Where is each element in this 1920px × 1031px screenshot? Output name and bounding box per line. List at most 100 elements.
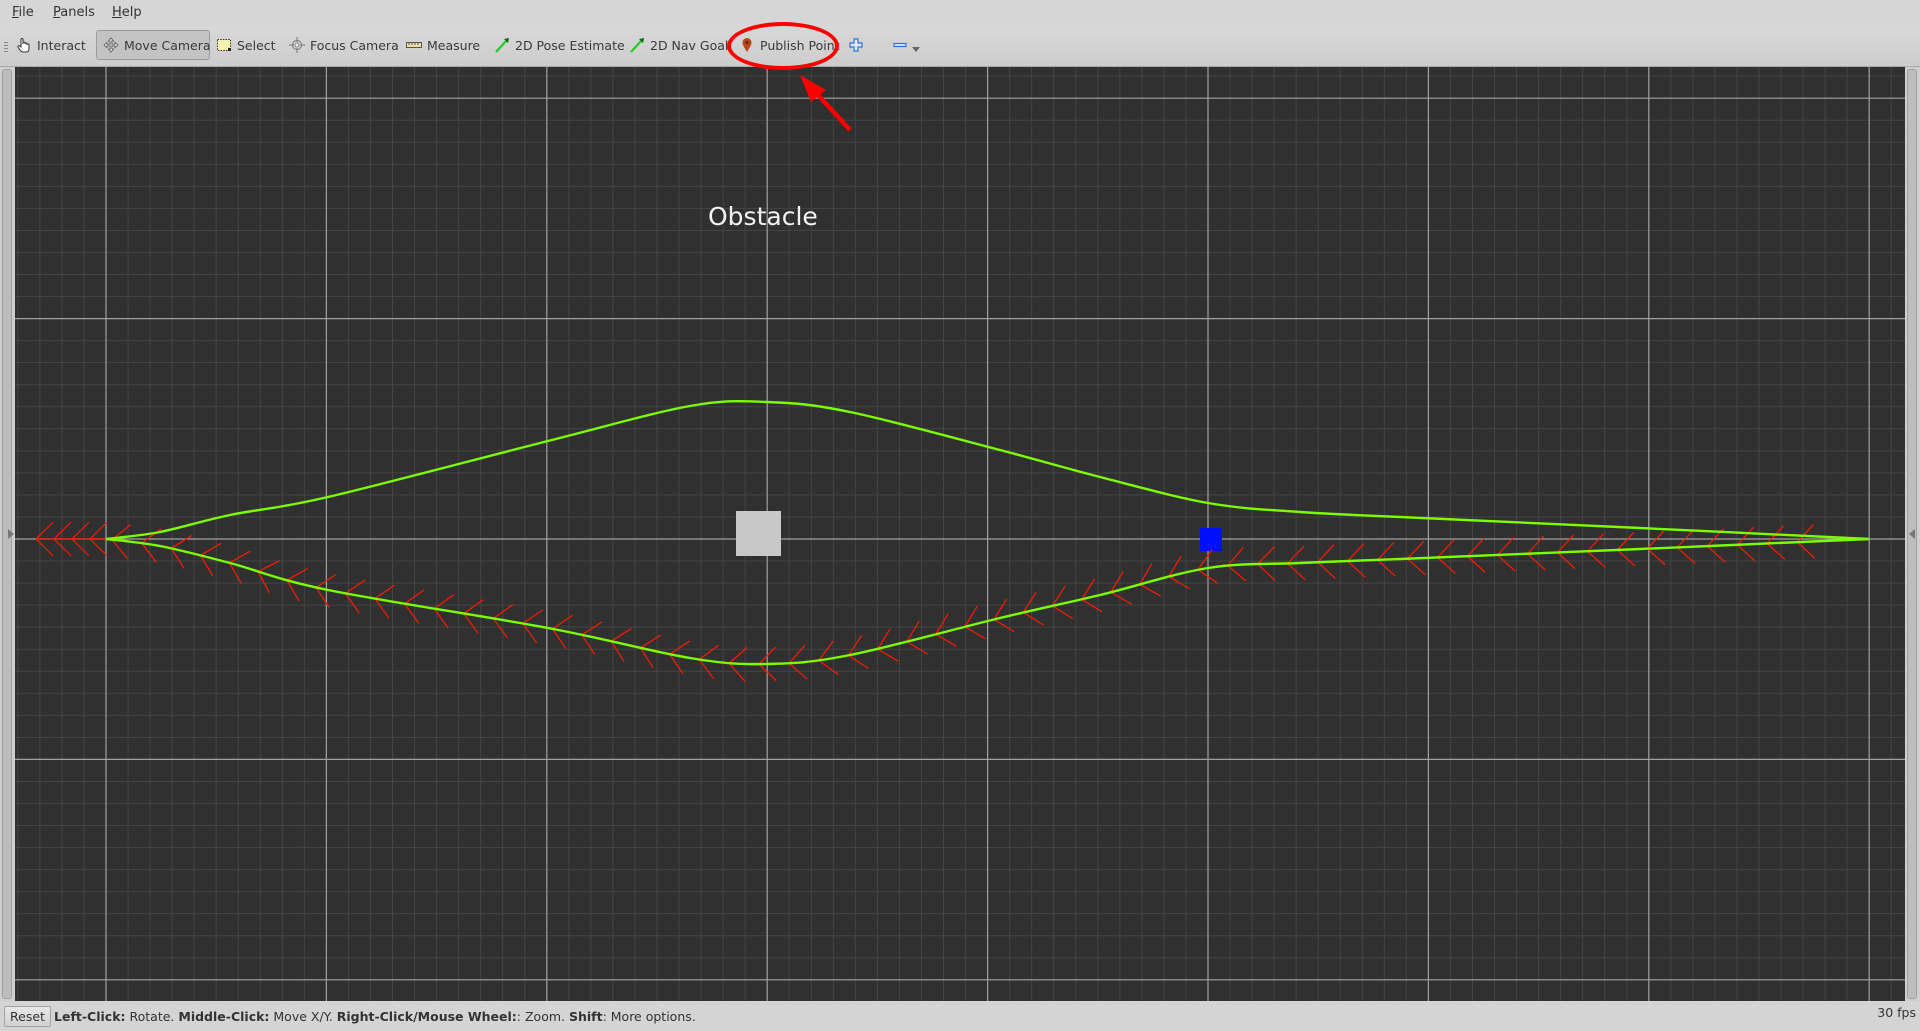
tool-focus-camera[interactable]: Focus Camera bbox=[283, 30, 405, 60]
pose-arrow-barb bbox=[1407, 540, 1425, 560]
tool-measure-label: Measure bbox=[427, 37, 481, 53]
tool-move-camera-label: Move Camera bbox=[124, 37, 211, 53]
tool-2d-pose-estimate[interactable]: 2D Pose Estimate bbox=[488, 30, 631, 60]
pose-arrow-barb bbox=[1586, 550, 1606, 568]
goal-marker bbox=[1200, 528, 1222, 551]
tool-toolbar: Interact Move Camera Select Focus Camera… bbox=[0, 26, 1920, 67]
tool-select[interactable]: Select bbox=[210, 30, 282, 60]
green-arrow-icon bbox=[494, 37, 510, 53]
obstacle-label: Obstacle bbox=[708, 202, 818, 231]
pose-arrow-barb bbox=[89, 538, 108, 557]
pose-arrow-barb bbox=[257, 560, 280, 573]
menu-help-mnemonic: H bbox=[112, 5, 122, 20]
pose-arrow-barb bbox=[728, 662, 746, 682]
pose-arrow-barb bbox=[1766, 543, 1786, 561]
pose-arrow-barb bbox=[877, 648, 899, 662]
expand-right-arrow-icon[interactable] bbox=[1909, 529, 1915, 539]
right-dock-collapsed bbox=[1905, 67, 1920, 1001]
pose-arrow-barb bbox=[1022, 612, 1044, 626]
pose-arrow-barb bbox=[141, 528, 162, 544]
add-tool-button[interactable] bbox=[844, 30, 868, 60]
pose-arrow-barb bbox=[1052, 605, 1074, 620]
green-arrow-icon bbox=[629, 37, 645, 53]
crosshair-icon bbox=[289, 37, 305, 53]
pose-arrow-barb bbox=[1556, 534, 1575, 553]
pose-arrow-barb bbox=[818, 659, 839, 676]
reset-button[interactable]: Reset bbox=[4, 1006, 51, 1027]
pose-arrow-barb bbox=[1497, 536, 1515, 556]
pose-arrow-barb bbox=[1706, 545, 1726, 563]
pose-arrow-barb bbox=[1616, 549, 1636, 567]
pose-arrow-barb bbox=[1646, 548, 1666, 566]
pose-arrow-barb bbox=[1467, 538, 1485, 557]
pose-arrow-barb bbox=[200, 542, 222, 556]
tool-2d-nav-goal[interactable]: 2D Nav Goal bbox=[623, 30, 734, 60]
grid-major-lines bbox=[15, 67, 1905, 1001]
map-pin-icon bbox=[739, 37, 755, 53]
pose-arrow-barb bbox=[1257, 563, 1276, 581]
status-help-text: Left-Click: Rotate. Middle-Click: Move X… bbox=[54, 1009, 696, 1024]
pose-arrow-barb bbox=[89, 521, 108, 540]
scene-canvas[interactable] bbox=[15, 67, 1905, 1001]
pose-arrow-barb bbox=[1437, 557, 1456, 575]
tool-move-camera[interactable]: Move Camera bbox=[96, 30, 211, 60]
pose-arrow-barb bbox=[53, 538, 72, 557]
remove-tool-button[interactable] bbox=[888, 30, 924, 60]
grid-minor-lines bbox=[15, 67, 1905, 1001]
selection-rect-icon bbox=[216, 37, 232, 53]
pose-arrow-barb bbox=[71, 521, 90, 540]
menu-panels-label: anels bbox=[60, 5, 95, 20]
pose-arrow-barb bbox=[1736, 544, 1756, 562]
pose-arrow-barb bbox=[1646, 530, 1665, 550]
pose-arrow-barb bbox=[522, 609, 543, 624]
pose-arrow-barb bbox=[848, 654, 869, 669]
help-text-more: : More options. bbox=[602, 1009, 696, 1024]
help-text-move: Move X/Y. bbox=[269, 1009, 337, 1024]
tool-2d-nav-goal-label: 2D Nav Goal bbox=[650, 37, 729, 53]
pose-arrow-barb bbox=[35, 521, 54, 540]
obstacle-marker bbox=[736, 511, 781, 556]
pose-arrow-barb bbox=[1347, 543, 1365, 562]
left-dock-collapsed bbox=[0, 67, 15, 1001]
help-key-middle-click: Middle-Click: bbox=[178, 1009, 270, 1024]
hand-pointer-icon bbox=[16, 37, 32, 53]
pose-arrow-barb bbox=[1467, 555, 1486, 573]
tool-publish-point[interactable]: Publish Point bbox=[733, 30, 846, 60]
pose-arrow-barb bbox=[610, 627, 632, 642]
tool-2d-pose-estimate-label: 2D Pose Estimate bbox=[515, 37, 625, 53]
menu-help-label: elp bbox=[121, 5, 142, 20]
toolbar-grip-handle[interactable] bbox=[4, 42, 8, 52]
pose-arrow-barb bbox=[964, 626, 986, 640]
pose-arrow-barb bbox=[1497, 554, 1516, 572]
pose-arrow-barb bbox=[935, 633, 957, 647]
help-text-zoom: : Zoom. bbox=[516, 1009, 569, 1024]
pose-arrow-barb bbox=[640, 634, 662, 649]
expand-left-arrow-icon[interactable] bbox=[8, 529, 14, 539]
pose-arrow-barb bbox=[1616, 531, 1635, 551]
menu-panels[interactable]: Panels bbox=[53, 5, 95, 20]
render-viewport[interactable]: Obstacle bbox=[15, 67, 1905, 1001]
tool-publish-point-label: Publish Point bbox=[760, 37, 840, 53]
menu-help[interactable]: Help bbox=[112, 5, 142, 20]
pose-arrow-barb bbox=[71, 538, 90, 557]
pose-arrow-barb bbox=[1139, 583, 1162, 597]
pose-arrow-barb bbox=[374, 584, 395, 600]
pose-arrow-barb bbox=[1377, 559, 1396, 577]
pose-arrow-barb bbox=[698, 644, 719, 660]
help-key-left-click: Left-Click: bbox=[54, 1009, 126, 1024]
tool-select-label: Select bbox=[237, 37, 276, 53]
tool-measure[interactable]: Measure bbox=[400, 30, 486, 60]
dropdown-arrow-icon[interactable] bbox=[912, 46, 920, 52]
pose-arrow-barb bbox=[35, 538, 54, 557]
pose-arrow-barb bbox=[1317, 561, 1336, 579]
pose-arrow-barb bbox=[906, 641, 928, 655]
menu-bar: File Panels Help bbox=[0, 0, 1920, 26]
menu-file[interactable]: File bbox=[12, 5, 34, 20]
tool-interact[interactable]: Interact bbox=[10, 30, 92, 60]
help-text-rotate: Rotate. bbox=[125, 1009, 179, 1024]
status-bar: Reset Left-Click: Rotate. Middle-Click: … bbox=[0, 1001, 1920, 1031]
pose-arrow-barb bbox=[1527, 553, 1546, 571]
pose-arrow-barb bbox=[993, 618, 1015, 633]
pose-arrow-barb bbox=[1586, 533, 1605, 552]
menu-file-label: ile bbox=[18, 5, 34, 20]
